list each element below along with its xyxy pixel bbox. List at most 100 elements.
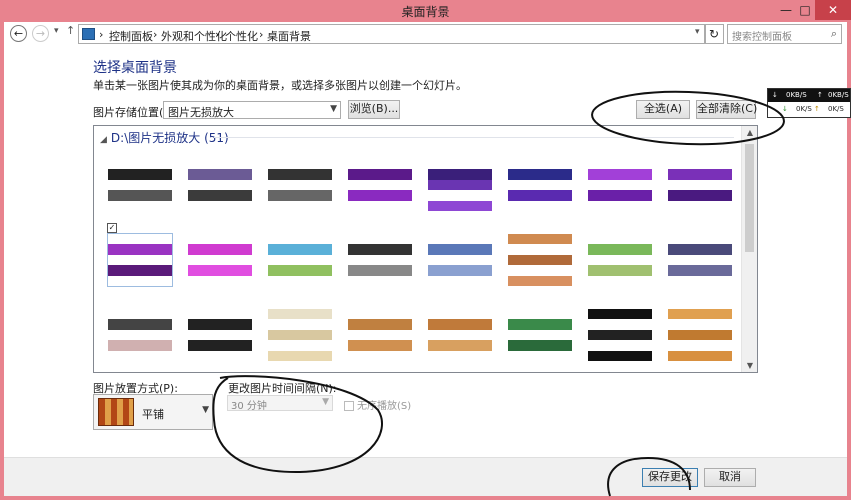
wallpaper-thumbnail[interactable]	[188, 159, 252, 211]
thumbnail-stripe	[108, 200, 172, 211]
thumbnail-stripe	[588, 350, 652, 361]
wallpaper-thumbnail[interactable]	[348, 159, 412, 211]
scrollbar-thumb[interactable]	[745, 144, 754, 252]
thumbnail-stripe	[268, 179, 332, 191]
thumbnail-stripe	[268, 159, 332, 170]
thumbnail-stripe	[188, 179, 252, 191]
wallpaper-gallery[interactable]: ◢ D:\图片无损放大 (51) ✓ ▲ ▼	[93, 125, 758, 373]
thumbnail-stripe	[588, 169, 652, 181]
shuffle-checkbox-box[interactable]	[344, 401, 354, 411]
picture-position-select[interactable]: 平铺 ▼	[93, 394, 213, 430]
thumbnail-stripe	[188, 350, 252, 361]
crumb-separator: ›	[99, 28, 104, 41]
wallpaper-thumbnail[interactable]	[508, 159, 572, 211]
wallpaper-thumbnail[interactable]	[108, 159, 172, 211]
breadcrumb-control-panel[interactable]: 控制面板	[109, 28, 153, 44]
wallpaper-thumbnail[interactable]	[588, 309, 652, 361]
thumbnail-stripe	[508, 200, 572, 211]
wallpaper-thumbnail[interactable]	[668, 159, 732, 211]
wallpaper-thumbnail[interactable]	[428, 309, 492, 361]
upload-speed-2: 0K/S	[828, 105, 844, 113]
thumbnail-stripe	[188, 254, 252, 266]
gallery-scrollbar[interactable]: ▲ ▼	[741, 126, 757, 372]
thumbnail-stripe	[108, 254, 172, 266]
thumbnail-stripe	[188, 319, 252, 331]
breadcrumb-personalization[interactable]: 个性化	[225, 28, 258, 44]
shuffle-label: 无序播放(S)	[357, 401, 412, 412]
wallpaper-thumbnail[interactable]	[268, 234, 332, 286]
thumbnail-stripe	[268, 254, 332, 266]
thumbnail-stripe	[428, 350, 492, 361]
refresh-button[interactable]: ↻	[704, 24, 724, 44]
scroll-up-icon[interactable]: ▲	[742, 128, 757, 137]
thumbnail-stripe	[188, 200, 252, 211]
scroll-down-icon[interactable]: ▼	[742, 361, 757, 370]
thumbnail-stripe	[108, 179, 172, 191]
wallpaper-thumbnail[interactable]	[348, 309, 412, 361]
group-header[interactable]: ◢ D:\图片无损放大 (51)	[100, 129, 229, 146]
thumbnail-stripe	[588, 309, 652, 320]
thumbnail-stripe	[188, 244, 252, 256]
wallpaper-thumbnail[interactable]	[107, 233, 173, 287]
page-subtitle: 单击某一张图片使其成为你的桌面背景，或选择多张图片以创建一个幻灯片。	[93, 79, 467, 92]
thumbnail-stripe	[348, 179, 412, 191]
thumbnail-stripe	[508, 329, 572, 341]
thumbnail-stripe	[668, 179, 732, 191]
download-speed-2: 0K/S	[796, 105, 812, 113]
selected-checkbox[interactable]: ✓	[107, 223, 117, 233]
thumbnail-stripe	[508, 169, 572, 181]
wallpaper-thumbnail[interactable]	[428, 234, 492, 286]
picture-location-select[interactable]: 图片无损放大 ▼	[163, 101, 341, 119]
wallpaper-thumbnail[interactable]	[268, 309, 332, 361]
select-all-button[interactable]: 全选(A)	[636, 100, 690, 119]
thumbnail-stripe	[348, 254, 412, 266]
thumbnail-stripe	[108, 234, 172, 245]
address-box[interactable]: › 控制面板 › 外观和个性化 › 个性化 › 桌面背景 ▾	[78, 24, 706, 44]
thumbnail-stripe	[668, 244, 732, 256]
thumbnail-stripe	[108, 319, 172, 331]
thumbnail-stripe	[268, 340, 332, 352]
thumbnail-stripe	[588, 179, 652, 191]
chevron-down-icon: ▼	[202, 405, 209, 415]
address-dropdown-icon[interactable]: ▾	[695, 27, 700, 37]
thumbnail-stripe	[348, 340, 412, 352]
wallpaper-thumbnail[interactable]	[668, 309, 732, 361]
wallpaper-thumbnail[interactable]	[348, 234, 412, 286]
thumbnail-stripe	[508, 254, 572, 266]
wallpaper-thumbnail[interactable]	[108, 309, 172, 361]
wallpaper-thumbnail[interactable]	[508, 234, 572, 286]
cancel-button[interactable]: 取消	[704, 468, 756, 487]
forward-button[interactable]: →	[32, 25, 49, 42]
up-button[interactable]: ↑	[66, 24, 75, 37]
wallpaper-thumbnail[interactable]	[268, 159, 332, 211]
breadcrumb-desktop-background[interactable]: 桌面背景	[267, 28, 311, 44]
thumbnail-stripe	[108, 350, 172, 361]
recent-locations-dropdown[interactable]: ▾	[54, 26, 59, 36]
wallpaper-thumbnail[interactable]	[508, 309, 572, 361]
wallpaper-thumbnail[interactable]	[588, 159, 652, 211]
search-input[interactable]: 搜索控制面板 ⌕	[727, 24, 842, 44]
tile-preview-icon	[98, 398, 134, 426]
wallpaper-thumbnail[interactable]	[668, 234, 732, 286]
thumbnail-stripe	[428, 190, 492, 202]
thumbnail-stripe	[348, 319, 412, 331]
thumbnail-stripe	[348, 275, 412, 286]
thumbnail-stripe	[508, 309, 572, 320]
thumbnail-stripe	[508, 234, 572, 245]
wallpaper-thumbnail[interactable]	[428, 159, 492, 211]
back-button[interactable]: ←	[10, 25, 27, 42]
shuffle-checkbox[interactable]: 无序播放(S)	[344, 397, 411, 412]
interval-select[interactable]: 30 分钟 ▼	[227, 395, 333, 412]
maximize-button[interactable]: □	[795, 0, 815, 20]
wallpaper-thumbnail[interactable]	[188, 234, 252, 286]
close-button[interactable]: ✕	[815, 0, 851, 20]
thumbnail-stripe	[268, 244, 332, 256]
minimize-button[interactable]: —	[775, 0, 797, 20]
browse-button[interactable]: 浏览(B)...	[348, 100, 400, 119]
network-speed-widget: ↓ 0KB/S ↑ 0KB/S ↓ 0K/S ↑ 0K/S	[767, 88, 851, 118]
clear-all-button[interactable]: 全部清除(C)	[696, 100, 757, 119]
wallpaper-thumbnail[interactable]	[188, 309, 252, 361]
save-button[interactable]: 保存更改	[642, 468, 698, 487]
wallpaper-thumbnail[interactable]	[588, 234, 652, 286]
thumbnail-stripe	[668, 350, 732, 361]
